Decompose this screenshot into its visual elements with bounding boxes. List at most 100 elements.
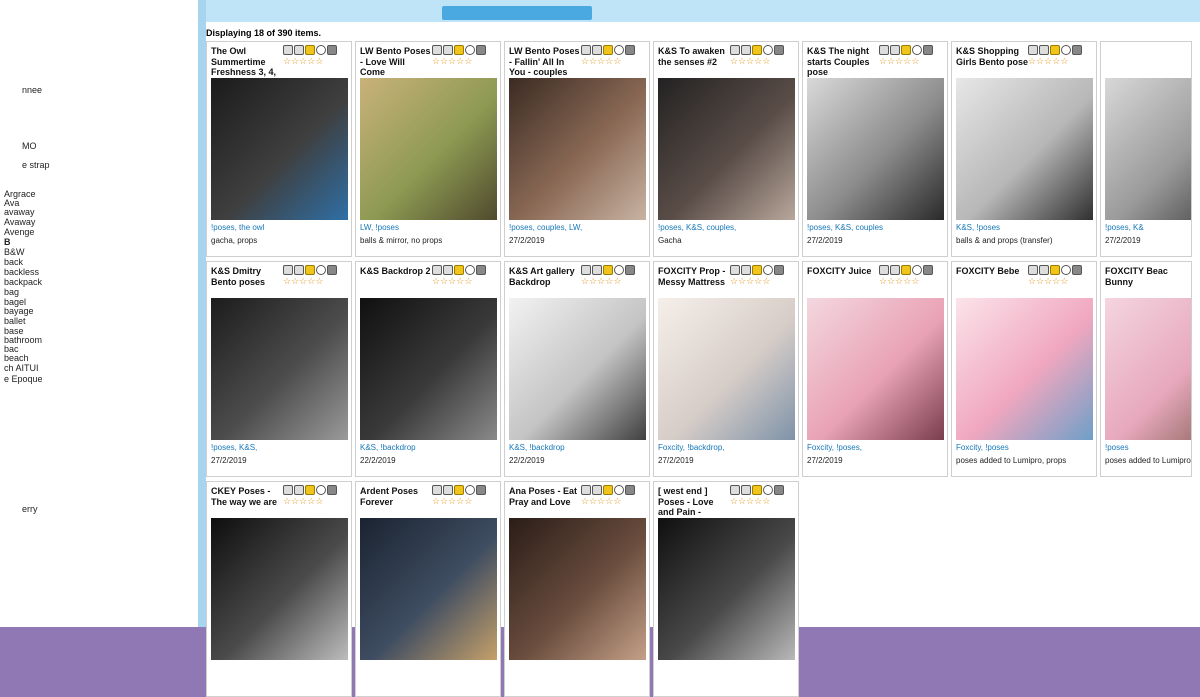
rating-stars[interactable]: ☆ ☆ ☆ ☆ ☆ bbox=[432, 277, 472, 286]
star-icon[interactable]: ☆ bbox=[762, 277, 770, 286]
eye-icon[interactable] bbox=[912, 265, 922, 275]
star-icon[interactable]: ☆ bbox=[291, 57, 299, 66]
card-title[interactable]: FOXCITY Juice bbox=[807, 266, 879, 277]
star-icon[interactable]: ☆ bbox=[746, 57, 754, 66]
link-icon[interactable] bbox=[592, 485, 602, 495]
card-tags[interactable]: !poses, K&S, bbox=[211, 443, 257, 452]
card-title[interactable]: K&S Art gallery Backdrop bbox=[509, 266, 581, 287]
eye-icon[interactable] bbox=[763, 45, 773, 55]
card-partial[interactable]: FOXCITY Beac Bunny !poses poses added to L… bbox=[1100, 261, 1192, 477]
product-thumbnail[interactable] bbox=[509, 518, 646, 660]
pencil-icon[interactable] bbox=[305, 45, 315, 55]
product-thumbnail[interactable] bbox=[807, 298, 944, 440]
star-icon[interactable]: ☆ bbox=[315, 497, 323, 506]
star-icon[interactable]: ☆ bbox=[299, 497, 307, 506]
pencil-icon[interactable] bbox=[603, 485, 613, 495]
star-icon[interactable]: ☆ bbox=[738, 57, 746, 66]
card-tags[interactable]: !poses, the owl bbox=[211, 223, 264, 232]
sidebar-item[interactable]: ballet bbox=[4, 317, 26, 326]
card[interactable]: LW Bento Poses - Fallin' All In You - co… bbox=[504, 41, 650, 257]
card-title[interactable]: Ardent Poses Forever bbox=[360, 486, 432, 507]
product-thumbnail[interactable] bbox=[211, 78, 348, 220]
card-partial[interactable]: !poses, K& 27/2/2019 bbox=[1100, 41, 1192, 257]
product-thumbnail[interactable] bbox=[360, 78, 497, 220]
top-tab[interactable] bbox=[442, 6, 592, 20]
pencil-icon[interactable] bbox=[752, 45, 762, 55]
product-thumbnail[interactable] bbox=[509, 298, 646, 440]
star-icon[interactable]: ☆ bbox=[762, 57, 770, 66]
card[interactable]: The Owl Summertime Freshness 3, 4, 6,☆☆☆… bbox=[206, 41, 352, 257]
star-icon[interactable]: ☆ bbox=[440, 497, 448, 506]
star-icon[interactable]: ☆ bbox=[589, 277, 597, 286]
shirt-icon[interactable] bbox=[581, 45, 591, 55]
star-icon[interactable]: ☆ bbox=[1052, 57, 1060, 66]
sidebar-item[interactable]: backpack bbox=[4, 278, 42, 287]
star-icon[interactable]: ☆ bbox=[730, 497, 738, 506]
trash-icon[interactable] bbox=[923, 45, 933, 55]
card[interactable]: K&S Dmitry Bento poses ☆ ☆ ☆ ☆ ☆ !poses, K&S, 2… bbox=[206, 261, 352, 477]
star-icon[interactable]: ☆ bbox=[879, 277, 887, 286]
pencil-icon[interactable] bbox=[1050, 265, 1060, 275]
card-tags[interactable]: Foxcity, !poses bbox=[956, 443, 1009, 452]
pencil-icon[interactable] bbox=[752, 265, 762, 275]
pencil-icon[interactable] bbox=[305, 265, 315, 275]
sidebar-item[interactable]: backless bbox=[4, 268, 39, 277]
star-icon[interactable]: ☆ bbox=[581, 497, 589, 506]
star-icon[interactable]: ☆ bbox=[613, 57, 621, 66]
rating-stars[interactable]: ☆ ☆ ☆ ☆ ☆ bbox=[581, 57, 621, 66]
star-icon[interactable]: ☆ bbox=[613, 497, 621, 506]
star-icon[interactable]: ☆ bbox=[903, 57, 911, 66]
trash-icon[interactable] bbox=[625, 45, 635, 55]
shirt-icon[interactable] bbox=[283, 265, 293, 275]
card-tags[interactable]: Foxcity, !poses, bbox=[807, 443, 862, 452]
pencil-icon[interactable] bbox=[1050, 45, 1060, 55]
rating-stars[interactable]: ☆ ☆ ☆ ☆ ☆ bbox=[730, 57, 770, 66]
star-icon[interactable]: ☆ bbox=[746, 277, 754, 286]
sidebar-item[interactable]: B bbox=[4, 238, 11, 247]
trash-icon[interactable] bbox=[476, 265, 486, 275]
star-icon[interactable]: ☆ bbox=[887, 277, 895, 286]
star-icon[interactable]: ☆ bbox=[730, 277, 738, 286]
eye-icon[interactable] bbox=[763, 265, 773, 275]
card[interactable]: FOXCITY Bebe ☆ ☆ ☆ ☆ ☆ Foxcity, !poses poses ad… bbox=[951, 261, 1097, 477]
card-tags[interactable]: !poses, K&S, couples bbox=[807, 223, 883, 232]
card-title[interactable]: FOXCITY Bebe bbox=[956, 266, 1028, 277]
shirt-icon[interactable] bbox=[730, 265, 740, 275]
star-icon[interactable]: ☆ bbox=[613, 277, 621, 286]
star-icon[interactable]: ☆ bbox=[879, 57, 887, 66]
star-icon[interactable]: ☆ bbox=[464, 277, 472, 286]
star-icon[interactable]: ☆ bbox=[730, 57, 738, 66]
star-icon[interactable]: ☆ bbox=[738, 497, 746, 506]
card-title[interactable]: K&S The night starts Couples pose bbox=[807, 46, 879, 78]
eye-icon[interactable] bbox=[465, 485, 475, 495]
rating-stars[interactable]: ☆ ☆ ☆ ☆ ☆ bbox=[432, 497, 472, 506]
trash-icon[interactable] bbox=[774, 45, 784, 55]
eye-icon[interactable] bbox=[465, 265, 475, 275]
sidebar-item[interactable]: B&W bbox=[4, 248, 25, 257]
link-icon[interactable] bbox=[1039, 265, 1049, 275]
eye-icon[interactable] bbox=[316, 265, 326, 275]
pencil-icon[interactable] bbox=[454, 45, 464, 55]
sidebar-item[interactable]: avaway bbox=[4, 208, 35, 217]
shirt-icon[interactable] bbox=[730, 45, 740, 55]
star-icon[interactable]: ☆ bbox=[283, 57, 291, 66]
card-tags[interactable]: !poses bbox=[1105, 443, 1129, 452]
trash-icon[interactable] bbox=[327, 485, 337, 495]
star-icon[interactable]: ☆ bbox=[432, 57, 440, 66]
eye-icon[interactable] bbox=[316, 485, 326, 495]
star-icon[interactable]: ☆ bbox=[605, 497, 613, 506]
trash-icon[interactable] bbox=[923, 265, 933, 275]
link-icon[interactable] bbox=[592, 45, 602, 55]
star-icon[interactable]: ☆ bbox=[911, 57, 919, 66]
sidebar-item[interactable]: e strap bbox=[22, 161, 50, 170]
star-icon[interactable]: ☆ bbox=[456, 57, 464, 66]
card[interactable]: K&S Shopping Girls Bento pose ☆ ☆ ☆ ☆ ☆ K&S, !… bbox=[951, 41, 1097, 257]
shirt-icon[interactable] bbox=[730, 485, 740, 495]
star-icon[interactable]: ☆ bbox=[887, 57, 895, 66]
trash-icon[interactable] bbox=[625, 485, 635, 495]
eye-icon[interactable] bbox=[614, 265, 624, 275]
star-icon[interactable]: ☆ bbox=[432, 497, 440, 506]
pencil-icon[interactable] bbox=[454, 265, 464, 275]
link-icon[interactable] bbox=[443, 265, 453, 275]
link-icon[interactable] bbox=[741, 265, 751, 275]
